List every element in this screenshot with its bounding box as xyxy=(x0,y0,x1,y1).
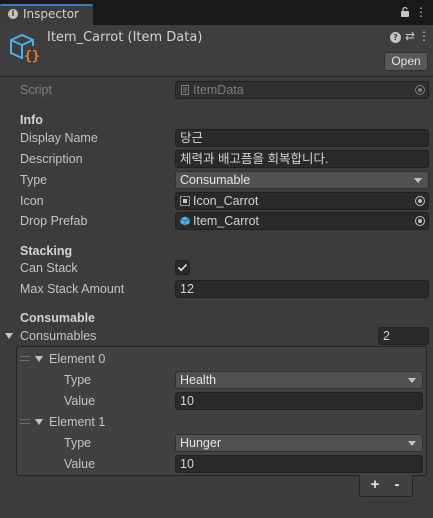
checkmark-icon xyxy=(177,263,188,272)
element-value-field[interactable]: 10 xyxy=(175,455,423,473)
drag-handle-icon[interactable] xyxy=(20,419,30,424)
drop-prefab-value: Item_Carrot xyxy=(193,214,259,228)
icon-object-value: Icon_Carrot xyxy=(193,194,259,208)
description-label: Description xyxy=(20,152,83,166)
object-picker-icon[interactable] xyxy=(415,216,425,226)
chevron-down-icon xyxy=(408,441,416,446)
script-field: ItemData xyxy=(175,81,429,99)
script-value: ItemData xyxy=(193,83,244,97)
svg-text:{}: {} xyxy=(24,49,40,64)
inspector-header: {} Item_Carrot (Item Data) ? ⇄ ⋮ Open xyxy=(0,25,433,77)
help-icon[interactable]: ? xyxy=(390,32,401,43)
foldout-arrow-icon[interactable] xyxy=(35,419,43,425)
inspector-panel: {} Item_Carrot (Item Data) ? ⇄ ⋮ Open Sc… xyxy=(0,25,433,518)
object-picker-icon xyxy=(415,85,425,95)
type-label: Type xyxy=(20,173,48,187)
chevron-down-icon xyxy=(414,178,422,183)
tab-inspector[interactable]: i Inspector xyxy=(0,4,93,25)
max-stack-field[interactable]: 12 xyxy=(175,280,429,298)
prefab-icon xyxy=(180,216,190,226)
open-button[interactable]: Open xyxy=(384,52,428,71)
display-name-field[interactable]: 당근 xyxy=(175,129,429,147)
element-value-field[interactable]: 10 xyxy=(175,392,423,410)
remove-element-button[interactable]: - xyxy=(388,477,406,493)
tab-bar: i Inspector ⋮ xyxy=(0,0,433,25)
element-value-label: Value xyxy=(64,394,96,408)
can-stack-label: Can Stack xyxy=(20,261,78,275)
script-label: Script xyxy=(20,83,52,97)
add-element-button[interactable]: + xyxy=(366,477,384,493)
list-element-label[interactable]: Element 1 xyxy=(49,413,105,431)
element-type-label: Type xyxy=(64,436,92,450)
icon-object-field[interactable]: Icon_Carrot xyxy=(175,192,429,210)
consumable-header: Consumable xyxy=(20,311,96,325)
element-type-label: Type xyxy=(64,373,92,387)
element-type-value: Hunger xyxy=(180,436,221,450)
object-picker-icon[interactable] xyxy=(415,196,425,206)
description-field[interactable]: 체력과 배고픔을 회복합니다. xyxy=(175,150,429,168)
element-type-dropdown[interactable]: Health xyxy=(175,371,423,389)
list-element-label[interactable]: Element 0 xyxy=(49,350,105,368)
foldout-arrow-icon[interactable] xyxy=(35,356,43,362)
consumables-list-label[interactable]: Consumables xyxy=(20,327,96,345)
type-dropdown[interactable]: Consumable xyxy=(175,171,429,189)
element-type-dropdown[interactable]: Hunger xyxy=(175,434,423,452)
list-size-field[interactable]: 2 xyxy=(378,327,429,345)
info-header: Info xyxy=(20,113,43,127)
element-type-value: Health xyxy=(180,373,217,387)
display-name-label: Display Name xyxy=(20,131,98,145)
list-footer: + - xyxy=(359,475,413,497)
lock-icon[interactable] xyxy=(399,6,411,18)
presets-icon[interactable]: ⇄ xyxy=(404,30,416,43)
tab-label: Inspector xyxy=(23,7,79,21)
drag-handle-icon[interactable] xyxy=(20,356,30,361)
max-stack-label: Max Stack Amount xyxy=(20,282,125,296)
drop-prefab-label: Drop Prefab xyxy=(20,214,88,228)
chevron-down-icon xyxy=(408,378,416,383)
scriptable-object-icon: {} xyxy=(10,33,41,64)
stacking-header: Stacking xyxy=(20,244,73,258)
sprite-icon xyxy=(180,196,190,206)
icon-label: Icon xyxy=(20,194,44,208)
script-file-icon xyxy=(181,85,189,95)
type-dropdown-value: Consumable xyxy=(180,173,251,187)
info-icon: i xyxy=(8,9,18,19)
context-menu-icon[interactable]: ⋮ xyxy=(418,30,430,43)
tab-menu-icon[interactable]: ⋮ xyxy=(415,5,427,19)
drop-prefab-field[interactable]: Item_Carrot xyxy=(175,212,429,230)
object-title: Item_Carrot (Item Data) xyxy=(47,30,203,45)
can-stack-checkbox[interactable] xyxy=(175,260,190,275)
element-value-label: Value xyxy=(64,457,96,471)
foldout-arrow-icon[interactable] xyxy=(5,333,13,339)
